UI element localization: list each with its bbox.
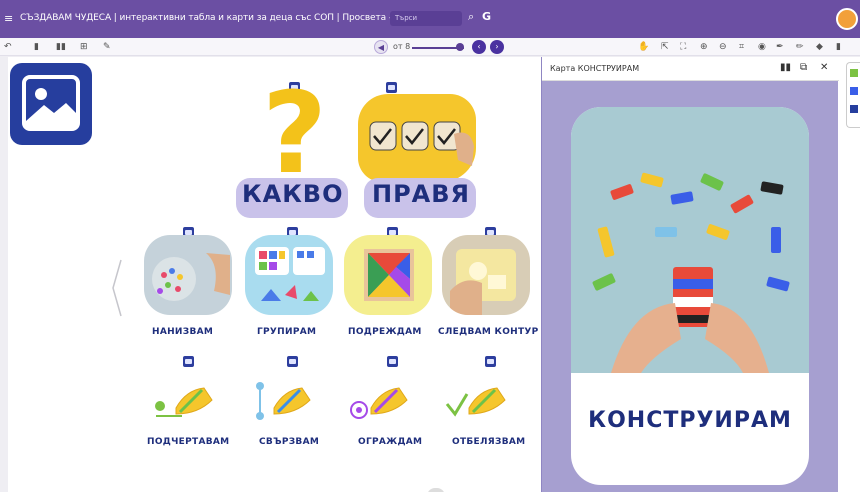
panel-title: Карта КОНСТРУИРАМ xyxy=(550,64,640,73)
double-page-icon[interactable]: ▮▮ xyxy=(56,41,66,53)
activity-label: ГРУПИРАМ xyxy=(257,327,317,337)
open-external-icon[interactable]: ⧉ xyxy=(800,62,807,73)
page-slider-knob[interactable] xyxy=(456,43,464,51)
activity-label: ПОДРЕЖДАМ xyxy=(348,327,422,337)
more-icon[interactable]: ▮ xyxy=(836,41,841,53)
fullscreen-icon[interactable]: ⛶ xyxy=(680,41,686,53)
toolbar: ↶ ▮ ▮▮ ⊞ ✎ ◀ от 8 ‹ › ✋ ⇱ ⛶ ⊕ ⊖ ⌗ ◉ ✒ ✏ … xyxy=(0,38,860,56)
panel-header: Карта КОНСТРУИРАМ ▮▮ ⧉ ✕ xyxy=(542,57,839,81)
menu-icon[interactable]: ≡ xyxy=(4,12,13,25)
next-page-icon[interactable]: › xyxy=(490,40,504,54)
zoom-in-icon[interactable]: ⊕ xyxy=(700,41,708,53)
card-panel: Карта КОНСТРУИРАМ ▮▮ ⧉ ✕ КОНСТРУИРАМ xyxy=(541,57,839,492)
avatar[interactable] xyxy=(836,8,858,30)
underline-graphic xyxy=(155,387,213,417)
activity-label: СЛЕДВАМ КОНТУР xyxy=(438,327,539,337)
image-icon[interactable] xyxy=(387,356,398,367)
window-title: СЪЗДАВАМ ЧУДЕСА | интерактивни табла и к… xyxy=(20,13,427,23)
side-tools-strip[interactable] xyxy=(846,62,860,128)
eraser-icon[interactable]: ◆ xyxy=(816,41,823,53)
pen-icon[interactable]: ✒ xyxy=(776,41,784,53)
crop-icon[interactable]: ⌗ xyxy=(739,41,744,53)
connect-graphic xyxy=(256,382,311,420)
activity-card-contour[interactable] xyxy=(442,235,530,315)
image-icon[interactable] xyxy=(485,356,496,367)
image-icon[interactable] xyxy=(183,356,194,367)
checkmark-graphic xyxy=(445,387,506,417)
activity-label: НАНИЗВАМ xyxy=(152,327,214,337)
activity-label: СВЪРЗВАМ xyxy=(259,437,320,447)
pointer-icon[interactable]: ⇱ xyxy=(661,41,669,53)
image-icon[interactable] xyxy=(10,63,92,145)
activity-card-thread[interactable] xyxy=(144,235,232,315)
google-icon[interactable]: G xyxy=(482,10,491,23)
single-page-icon[interactable]: ▮ xyxy=(34,41,39,53)
search-input[interactable]: Търси xyxy=(390,11,462,26)
question-mark-graphic: ? xyxy=(262,69,327,199)
zoom-out-icon[interactable]: ⊖ xyxy=(719,41,727,53)
grid-view-icon[interactable]: ⊞ xyxy=(80,41,88,53)
split-view-icon[interactable]: ▮▮ xyxy=(780,62,791,73)
prev-page-icon[interactable]: ◀ xyxy=(374,40,388,54)
eye-icon[interactable]: ◉ xyxy=(758,41,766,53)
edit-icon[interactable]: ✎ xyxy=(103,41,111,53)
activity-card-group[interactable] xyxy=(245,235,333,315)
activity-label: ОТБЕЛЯЗВАМ xyxy=(452,437,526,447)
card-photo xyxy=(571,107,809,373)
close-icon[interactable]: ✕ xyxy=(820,62,828,73)
heading-right: ПРАВЯ xyxy=(372,180,471,208)
activity-label: ПОДЧЕРТАВАМ xyxy=(147,437,230,447)
activity-card-tangram[interactable] xyxy=(344,235,432,315)
pencil-icon[interactable]: ✏ xyxy=(796,41,804,53)
undo-icon[interactable]: ↶ xyxy=(4,41,12,53)
construct-card[interactable]: КОНСТРУИРАМ xyxy=(571,107,809,485)
heading-left: КАКВО xyxy=(242,180,344,208)
image-icon[interactable] xyxy=(386,82,397,93)
title-bar: ≡ СЪЗДАВАМ ЧУДЕСА | интерактивни табла и… xyxy=(0,0,860,38)
circle-graphic xyxy=(350,387,408,419)
puzzle-hands-graphic xyxy=(358,94,476,182)
page-navigator: ◀ от 8 ‹ › xyxy=(374,39,506,55)
image-icon[interactable] xyxy=(287,356,298,367)
hand-tool-icon[interactable]: ✋ xyxy=(638,41,649,53)
page-count: от 8 xyxy=(393,42,411,51)
back-page-icon[interactable]: ‹ xyxy=(472,40,486,54)
card-word: КОНСТРУИРАМ xyxy=(588,408,792,433)
activity-label: ОГРАЖДАМ xyxy=(358,437,423,447)
prev-page-arrow-icon[interactable] xyxy=(110,258,124,318)
search-icon[interactable]: ⌕ xyxy=(468,10,474,24)
